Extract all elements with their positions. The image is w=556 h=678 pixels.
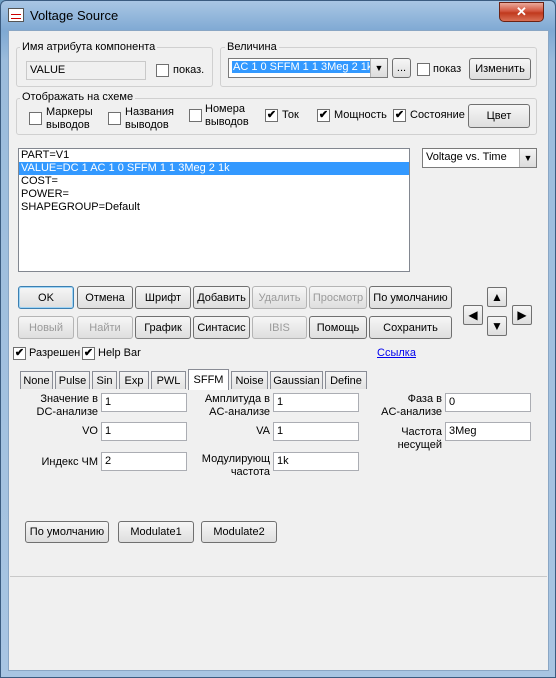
close-button[interactable]: ✕: [499, 2, 544, 22]
va-label: VA: [256, 425, 270, 437]
arrow-left-icon: ◀: [468, 308, 478, 322]
value-show-label: показ: [433, 63, 462, 75]
dialog-client-area: Имя атрибута компонента VALUE показ. Вел…: [8, 30, 549, 671]
close-icon: ✕: [516, 4, 527, 19]
value-show-checkbox[interactable]: [417, 63, 430, 76]
arrow-up-button[interactable]: ▲: [487, 287, 507, 307]
default-button[interactable]: По умолчанию: [369, 286, 452, 309]
power-checkbox[interactable]: ✔: [317, 109, 330, 122]
color-button[interactable]: Цвет: [468, 104, 530, 128]
delete-button[interactable]: Удалить: [252, 286, 307, 309]
help-bar-label: Help Bar: [98, 347, 141, 359]
pin-numbers-checkbox[interactable]: [189, 109, 202, 122]
find-button[interactable]: Найти: [77, 316, 133, 339]
arrow-left-button[interactable]: ◀: [463, 305, 483, 325]
pin-names-label: Названия выводов: [125, 106, 174, 131]
va-field[interactable]: 1: [273, 422, 359, 441]
attribute-name-field[interactable]: VALUE: [26, 61, 146, 80]
chevron-down-icon: ▼: [519, 149, 536, 167]
current-label: Ток: [282, 109, 299, 121]
enabled-checkbox[interactable]: ✔: [13, 347, 26, 360]
pin-markers-checkbox[interactable]: [29, 112, 42, 125]
window-title: Voltage Source: [30, 8, 119, 23]
change-button[interactable]: Изменить: [469, 58, 531, 80]
tab-sffm[interactable]: SFFM: [188, 369, 229, 390]
arrow-down-button[interactable]: ▼: [487, 316, 507, 336]
sffm-panel: Значение в DC-анализе 1 VO 1 Индекс ЧМ 2 …: [20, 388, 531, 547]
value-group-label: Величина: [225, 41, 279, 53]
ok-button[interactable]: OK: [18, 286, 74, 309]
tab-exp[interactable]: Exp: [119, 371, 149, 389]
fm-index-label: Индекс ЧМ: [41, 456, 98, 468]
ac-phase-field[interactable]: 0: [445, 393, 531, 412]
title-bar[interactable]: Voltage Source ✕: [1, 1, 555, 29]
dc-value-label: Значение в DC-анализе: [36, 393, 98, 418]
pin-names-checkbox[interactable]: [108, 112, 121, 125]
browse-button[interactable]: Просмотр: [309, 286, 367, 309]
enabled-label: Разрешен: [29, 347, 81, 359]
attribute-show-checkbox[interactable]: [156, 64, 169, 77]
pin-markers-label: Маркеры выводов: [46, 106, 93, 131]
list-item[interactable]: POWER=: [19, 188, 409, 201]
chevron-down-icon: ▼: [370, 59, 387, 77]
help-bar-area: [10, 576, 547, 669]
plot-type-select[interactable]: Voltage vs. Time ▼: [422, 148, 537, 168]
carrier-frequency-label: Частота несущей: [397, 426, 442, 451]
list-item[interactable]: PART=V1: [19, 149, 409, 162]
dc-value-field[interactable]: 1: [101, 393, 187, 412]
tab-none[interactable]: None: [20, 371, 53, 389]
arrow-right-icon: ▶: [517, 308, 527, 322]
tab-pulse[interactable]: Pulse: [55, 371, 90, 389]
value-combo[interactable]: AC 1 0 SFFM 1 1 3Meg 2 1k ▼: [228, 58, 388, 78]
vo-label: VO: [82, 425, 98, 437]
list-item[interactable]: COST=: [19, 175, 409, 188]
arrow-right-button[interactable]: ▶: [512, 305, 532, 325]
cancel-button[interactable]: Отмена: [77, 286, 133, 309]
value-browse-button[interactable]: ...: [392, 58, 411, 78]
attribute-show-label: показ.: [173, 64, 205, 76]
tab-define[interactable]: Define: [325, 371, 367, 389]
list-item[interactable]: VALUE=DC 1 AC 1 0 SFFM 1 1 3Meg 2 1k: [19, 162, 409, 175]
reference-link[interactable]: Ссылка: [377, 347, 416, 359]
font-button[interactable]: Шрифт: [135, 286, 191, 309]
attribute-name-group-label: Имя атрибута компонента: [20, 41, 158, 53]
app-icon: [8, 8, 24, 22]
vo-field[interactable]: 1: [101, 422, 187, 441]
add-button[interactable]: Добавить: [193, 286, 250, 309]
display-group-label: Отображать на схеме: [20, 91, 136, 103]
ac-phase-label: Фаза в AC-анализе: [381, 393, 442, 418]
ac-amplitude-label: Амплитуда в AC-анализе: [204, 393, 270, 418]
tab-noise[interactable]: Noise: [231, 371, 268, 389]
arrow-up-icon: ▲: [491, 290, 503, 304]
help-button[interactable]: Помощь: [309, 316, 367, 339]
save-button[interactable]: Сохранить: [369, 316, 452, 339]
new-button[interactable]: Новый: [18, 316, 74, 339]
plot-type-value: Voltage vs. Time: [426, 151, 507, 163]
arrow-down-icon: ▼: [491, 319, 503, 333]
tab-sin[interactable]: Sin: [92, 371, 117, 389]
help-bar-checkbox[interactable]: ✔: [82, 347, 95, 360]
tab-gaussian[interactable]: Gaussian: [270, 371, 323, 389]
ac-amplitude-field[interactable]: 1: [273, 393, 359, 412]
ibis-button[interactable]: IBIS: [252, 316, 307, 339]
modulate2-button[interactable]: Modulate2: [201, 521, 277, 543]
attributes-list[interactable]: PART=V1 VALUE=DC 1 AC 1 0 SFFM 1 1 3Meg …: [18, 148, 410, 272]
tab-pwl[interactable]: PWL: [151, 371, 186, 389]
syntax-button[interactable]: Синтасис: [193, 316, 250, 339]
state-label: Состояние: [410, 109, 465, 121]
modulation-frequency-label: Модулирующ частота: [201, 453, 270, 478]
fm-index-field[interactable]: 2: [101, 452, 187, 471]
modulate1-button[interactable]: Modulate1: [118, 521, 194, 543]
power-label: Мощность: [334, 109, 387, 121]
modulation-frequency-field[interactable]: 1k: [273, 452, 359, 471]
list-item[interactable]: SHAPEGROUP=Default: [19, 201, 409, 214]
value-combo-text: AC 1 0 SFFM 1 1 3Meg 2 1k: [232, 61, 374, 73]
pin-numbers-label: Номера выводов: [205, 103, 249, 128]
plot-button[interactable]: График: [135, 316, 191, 339]
state-checkbox[interactable]: ✔: [393, 109, 406, 122]
current-checkbox[interactable]: ✔: [265, 109, 278, 122]
sffm-default-button[interactable]: По умолчанию: [25, 521, 109, 543]
carrier-frequency-field[interactable]: 3Meg: [445, 422, 531, 441]
voltage-source-window: Voltage Source ✕ Имя атрибута компонента…: [0, 0, 556, 678]
